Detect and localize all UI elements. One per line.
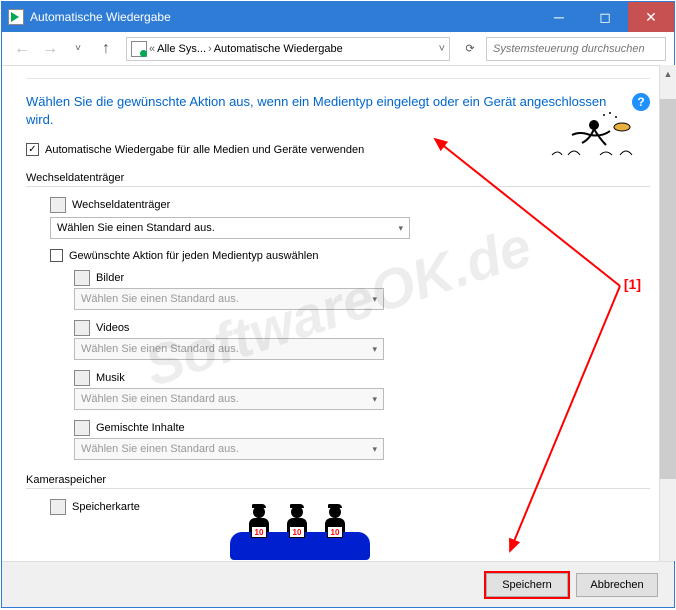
window-title: Automatische Wiedergabe	[30, 10, 536, 24]
save-button[interactable]: Speichern	[486, 573, 568, 597]
section-camera-label: Kameraspeicher	[26, 474, 650, 486]
per-media-checkbox-row[interactable]: Gewünschte Aktion für jeden Medientyp au…	[50, 249, 650, 262]
breadcrumb-item[interactable]: Alle Sys...	[157, 43, 206, 55]
forward-button[interactable]: →	[38, 37, 62, 61]
titlebar: Automatische Wiedergabe ─ ◻ ✕	[2, 2, 674, 32]
back-button[interactable]: ←	[10, 37, 34, 61]
divider	[26, 186, 650, 187]
videos-label: Videos	[96, 322, 129, 334]
scroll-up-icon[interactable]: ▲	[660, 65, 676, 82]
refresh-button[interactable]: ⟳	[458, 37, 482, 61]
music-label: Musik	[96, 372, 125, 384]
chevron-down-icon: ▾	[398, 223, 403, 234]
removable-drive-dropdown[interactable]: Wählen Sie einen Standard aus. ▾	[50, 217, 410, 239]
maximize-button[interactable]: ◻	[582, 2, 628, 32]
navbar: ← → ˅ ↑ « Alle Sys... › Automatische Wie…	[2, 32, 674, 66]
recent-dropdown-icon[interactable]: ˅	[66, 37, 90, 61]
drive-icon	[50, 197, 66, 213]
minimize-button[interactable]: ─	[536, 2, 582, 32]
mixed-dropdown[interactable]: Wählen Sie einen Standard aus. ▾	[74, 438, 384, 460]
videos-dropdown[interactable]: Wählen Sie einen Standard aus. ▾	[74, 338, 384, 360]
dropdown-value: Wählen Sie einen Standard aus.	[81, 393, 239, 405]
divider	[26, 488, 650, 489]
doodle-judges: 10 10 10	[230, 500, 370, 560]
dropdown-value: Wählen Sie einen Standard aus.	[81, 293, 239, 305]
chevron-down-icon: ▾	[372, 444, 377, 455]
memory-card-label: Speicherkarte	[72, 501, 140, 513]
pictures-dropdown[interactable]: Wählen Sie einen Standard aus. ▾	[74, 288, 384, 310]
search-input[interactable]	[486, 37, 666, 61]
videos-icon	[74, 320, 90, 336]
music-icon	[74, 370, 90, 386]
judge-score: 10	[327, 526, 343, 538]
section-removable-label: Wechseldatenträger	[26, 172, 650, 184]
autoplay-icon	[8, 9, 24, 25]
annotation-label: [1]	[624, 276, 641, 292]
chevron-down-icon: ▾	[372, 344, 377, 355]
dropdown-value: Wählen Sie einen Standard aus.	[81, 343, 239, 355]
chevron-right-icon: ›	[208, 43, 212, 55]
close-button[interactable]: ✕	[628, 2, 674, 32]
control-panel-icon	[131, 41, 147, 57]
help-icon[interactable]: ?	[632, 93, 650, 111]
footer: Speichern Abbrechen	[2, 561, 674, 607]
page-heading: Wählen Sie die gewünschte Aktion aus, we…	[26, 93, 624, 129]
chevron-down-icon: ▾	[372, 294, 377, 305]
dropdown-value: Wählen Sie einen Standard aus.	[81, 443, 239, 455]
chevron-down-icon[interactable]: ˅	[439, 43, 445, 55]
memory-card-icon	[50, 499, 66, 515]
breadcrumb-item[interactable]: Automatische Wiedergabe	[214, 43, 343, 55]
removable-drive-label: Wechseldatenträger	[72, 199, 170, 211]
mixed-label: Gemischte Inhalte	[96, 422, 185, 434]
checkbox-icon[interactable]	[26, 143, 39, 156]
breadcrumb-sep-icon: «	[149, 43, 155, 55]
up-button[interactable]: ↑	[94, 37, 118, 61]
vertical-scrollbar[interactable]: ▲	[659, 65, 676, 561]
pictures-label: Bilder	[96, 272, 124, 284]
mixed-icon	[74, 420, 90, 436]
judge-score: 10	[251, 526, 267, 538]
cancel-button[interactable]: Abbrechen	[576, 573, 658, 597]
judge-score: 10	[289, 526, 305, 538]
checkbox-icon[interactable]	[50, 249, 63, 262]
doodle-runner	[546, 111, 636, 161]
pictures-icon	[74, 270, 90, 286]
scroll-thumb[interactable]	[660, 99, 676, 479]
checkbox-label: Automatische Wiedergabe für alle Medien …	[45, 144, 364, 156]
breadcrumb[interactable]: « Alle Sys... › Automatische Wiedergabe …	[126, 37, 450, 61]
chevron-down-icon: ▾	[372, 394, 377, 405]
dropdown-value: Wählen Sie einen Standard aus.	[57, 222, 215, 234]
checkbox-label: Gewünschte Aktion für jeden Medientyp au…	[69, 250, 319, 262]
music-dropdown[interactable]: Wählen Sie einen Standard aus. ▾	[74, 388, 384, 410]
